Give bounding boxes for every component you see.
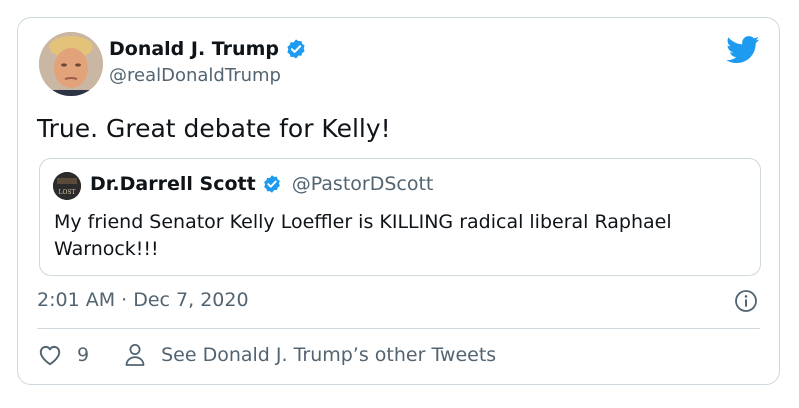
tweet-text: True. Great debate for Kelly! <box>37 114 391 143</box>
person-icon[interactable] <box>123 342 147 368</box>
other-tweets-link[interactable]: See Donald J. Trump’s other Tweets <box>161 344 496 366</box>
author-handle[interactable]: @realDonaldTrump <box>109 65 281 86</box>
verified-badge-icon <box>287 39 305 59</box>
tweet-card: Donald J. Trump @realDonaldTrump True. G… <box>17 17 780 385</box>
tweet-timestamp[interactable]: 2:01 AM · Dec 7, 2020 <box>37 289 249 311</box>
divider <box>37 328 760 329</box>
quoted-tweet-text: My friend Senator Kelly Loeffler is KILL… <box>54 211 672 260</box>
quoted-tweet[interactable]: LOST Dr.Darrell Scott @PastorDScott My f… <box>39 158 761 276</box>
svg-text:LOST: LOST <box>58 189 75 196</box>
twitter-bird-icon[interactable] <box>726 36 760 64</box>
action-bar: 9 See Donald J. Trump’s other Tweets <box>37 342 496 368</box>
info-icon[interactable] <box>734 289 758 313</box>
verified-badge-icon <box>263 175 280 193</box>
author-name[interactable]: Donald J. Trump <box>109 38 307 60</box>
quoted-author-name[interactable]: Dr.Darrell Scott <box>90 173 256 195</box>
like-count[interactable]: 9 <box>77 344 89 366</box>
quoted-header: Dr.Darrell Scott @PastorDScott <box>90 173 433 195</box>
quoted-author-handle[interactable]: @PastorDScott <box>292 173 434 195</box>
quoted-author-avatar[interactable]: LOST <box>53 172 81 200</box>
author-avatar[interactable] <box>39 32 103 96</box>
author-name-label: Donald J. Trump <box>109 38 279 60</box>
heart-icon[interactable] <box>37 342 63 368</box>
